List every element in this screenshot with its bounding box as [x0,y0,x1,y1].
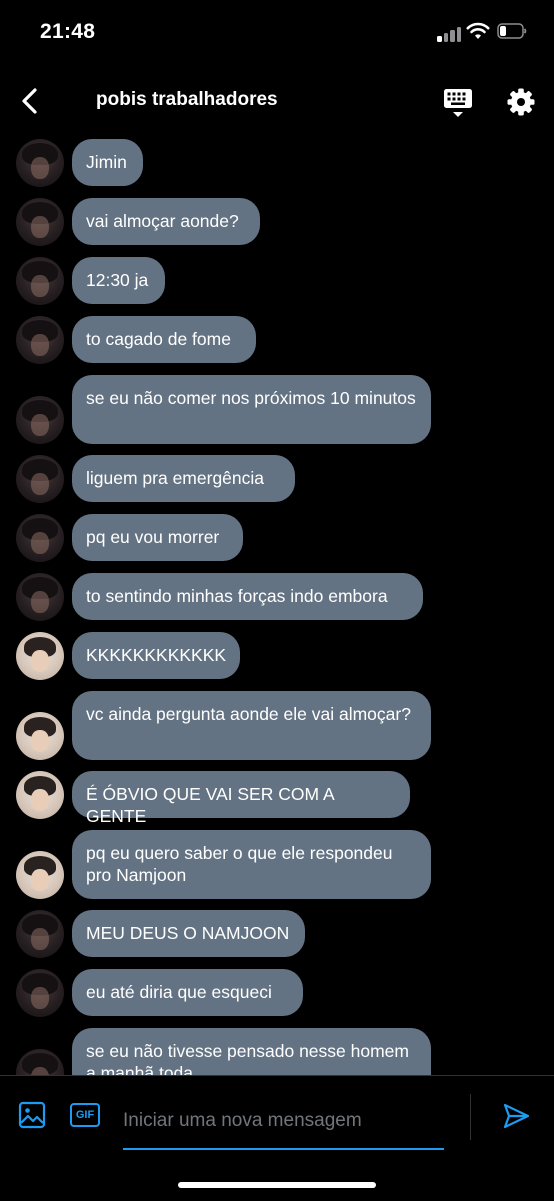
avatar[interactable] [16,455,64,503]
message-bubble[interactable]: to cagado de fome [72,316,256,363]
conversation-title: pobis trabalhadores [96,89,278,110]
send-icon[interactable] [502,1102,530,1130]
avatar[interactable] [16,139,64,187]
wifi-icon [466,22,490,39]
message-bubble[interactable]: se eu não comer nos próximos 10 minutos [72,375,431,444]
message-bubble[interactable]: MEU DEUS O NAMJOON [72,910,305,957]
message-bubble[interactable]: Jimin [72,139,143,186]
avatar[interactable] [16,969,64,1017]
message-composer: GIF [0,1075,554,1201]
avatar[interactable] [16,632,64,680]
clock: 21:48 [40,20,96,43]
divider [470,1094,471,1140]
battery-icon [497,23,527,39]
message-bubble[interactable]: se eu não tivesse pensado nesse homem a … [72,1028,431,1075]
avatar[interactable] [16,712,64,760]
avatar[interactable] [16,1049,64,1075]
avatar[interactable] [16,573,64,621]
home-indicator[interactable] [178,1182,376,1188]
avatar[interactable] [16,910,64,958]
message-thread[interactable]: Jimin vai almoçar aonde? 12:30 ja to cag… [0,138,554,1075]
message-bubble[interactable]: pq eu vou morrer [72,514,243,561]
message-bubble[interactable]: É ÓBVIO QUE VAI SER COM A GENTE [72,771,410,826]
avatar[interactable] [16,851,64,899]
avatar[interactable] [16,514,64,562]
settings-gear-icon[interactable] [507,88,535,116]
image-icon[interactable] [18,1101,46,1129]
message-input[interactable] [123,1094,444,1150]
message-bubble[interactable]: vc ainda pergunta aonde ele vai almoçar? [72,691,431,760]
avatar[interactable] [16,316,64,364]
message-bubble[interactable]: to sentindo minhas forças indo embora [72,573,423,620]
status-bar: 21:48 [0,0,554,64]
cellular-signal-icon [437,24,463,42]
message-bubble[interactable]: pq eu quero saber o que ele respondeu pr… [72,830,431,899]
gif-button[interactable]: GIF [70,1103,100,1127]
avatar[interactable] [16,771,64,819]
avatar[interactable] [16,198,64,246]
message-bubble[interactable]: vai almoçar aonde? [72,198,260,245]
keyboard-icon[interactable] [443,87,473,119]
message-bubble[interactable]: eu até diria que esqueci [72,969,303,1016]
message-bubble[interactable]: liguem pra emergência [72,455,295,502]
message-bubble[interactable]: KKKKKKKKKKKK [72,632,240,679]
message-bubble[interactable]: 12:30 ja [72,257,165,304]
conversation-header: pobis trabalhadores [0,64,554,138]
back-arrow-icon[interactable] [18,86,42,116]
avatar[interactable] [16,396,64,444]
avatar[interactable] [16,257,64,305]
